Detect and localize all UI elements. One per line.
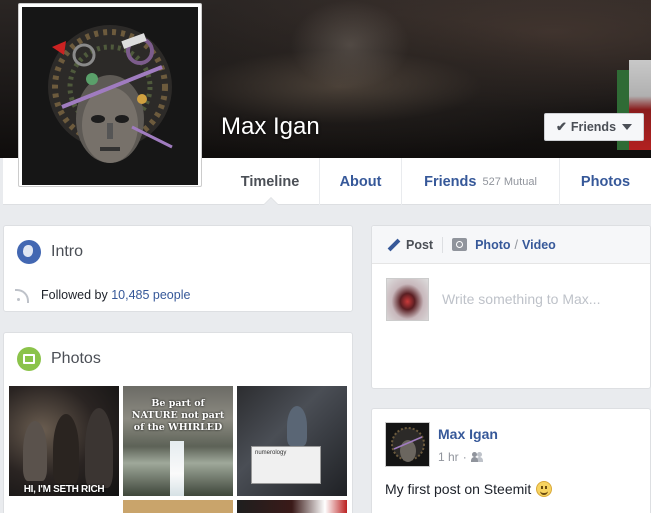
intro-title: Intro — [51, 243, 84, 260]
photo-thumb-4[interactable] — [123, 500, 233, 513]
tab-about-label: About — [339, 173, 382, 190]
photos-header: Photos — [17, 347, 101, 371]
tab-friends[interactable]: Friends 527 Mutual — [401, 158, 559, 205]
photo-thumb-3-caption: numerology — [255, 450, 287, 456]
composer-avatar — [386, 278, 429, 321]
photo-thumb-2-caption: Be part of NATURE not part of the WHIRLE… — [131, 398, 225, 433]
pencil-icon — [385, 238, 399, 252]
composer-tab-slash: / — [514, 237, 518, 252]
mutual-friends-count: 527 Mutual — [482, 175, 537, 188]
photo-thumb-3[interactable]: numerology — [237, 386, 347, 496]
tab-friends-label: Friends — [424, 173, 477, 190]
caret-down-icon — [622, 124, 633, 130]
followers-link[interactable]: 10,485 people — [111, 288, 190, 302]
profile-name[interactable]: Max Igan — [221, 113, 320, 141]
post-meta: 1 hr · — [438, 450, 483, 464]
composer-post-tab[interactable]: Post — [406, 238, 433, 252]
mask-art-icon — [22, 7, 198, 185]
profile-picture[interactable] — [18, 3, 202, 187]
check-icon: ✔ — [555, 119, 567, 134]
composer-tab-divider — [442, 236, 444, 253]
photos-title[interactable]: Photos — [51, 350, 101, 368]
post-author-name[interactable]: Max Igan — [438, 426, 498, 442]
composer-photo-tab[interactable]: Photo — [475, 238, 510, 252]
photos-icon — [17, 347, 41, 371]
post-avatar-art-icon — [386, 423, 429, 466]
photo-thumb-5[interactable] — [237, 500, 347, 513]
intro-header: Intro — [17, 240, 83, 264]
tab-photos-label: Photos — [580, 173, 631, 190]
post-meta-dot: · — [462, 450, 467, 464]
feed-post: Max Igan 1 hr · My first post on Steemit — [371, 408, 651, 513]
post-composer: Post Photo / Video Write something to Ma… — [371, 225, 651, 389]
post-timestamp[interactable]: 1 hr — [438, 450, 459, 464]
intro-card: Intro Followed by 10,485 people — [3, 225, 353, 312]
composer-video-tab[interactable]: Video — [522, 238, 556, 252]
friends-button-label: Friends — [570, 120, 617, 134]
followers-line: Followed by 10,485 people — [15, 288, 190, 303]
friends-audience-icon[interactable] — [470, 452, 483, 462]
composer-input[interactable]: Write something to Max... — [442, 291, 600, 307]
friends-button[interactable]: ✔ Friends — [544, 113, 644, 141]
camera-icon — [452, 238, 468, 251]
post-body: My first post on Steemit — [385, 481, 532, 497]
photos-card: Photos HI, I'M SETH RICH Be part of NATU… — [3, 332, 353, 513]
photo-thumb-3-document: numerology — [251, 446, 321, 484]
rss-icon — [15, 289, 29, 303]
profile-picture-art — [22, 7, 198, 185]
globe-icon — [17, 240, 41, 264]
tab-about[interactable]: About — [319, 158, 401, 205]
waterfall-graphic — [170, 441, 184, 496]
photo-thumb-1[interactable]: HI, I'M SETH RICH — [9, 386, 119, 496]
followed-by-label: Followed by — [41, 288, 108, 302]
active-tab-pointer-fill — [264, 198, 278, 205]
photo-thumb-2[interactable]: Be part of NATURE not part of the WHIRLE… — [123, 386, 233, 496]
composer-tabs: Post Photo / Video — [372, 226, 650, 264]
tab-timeline-label: Timeline — [240, 173, 300, 190]
tab-photos[interactable]: Photos — [559, 158, 651, 205]
smile-emoji-icon — [536, 481, 553, 497]
photo-thumb-1-caption: HI, I'M SETH RICH — [23, 484, 105, 495]
cover-highlight — [290, 0, 410, 90]
post-author-avatar[interactable] — [385, 422, 430, 467]
post-text: My first post on Steemit — [385, 481, 553, 497]
